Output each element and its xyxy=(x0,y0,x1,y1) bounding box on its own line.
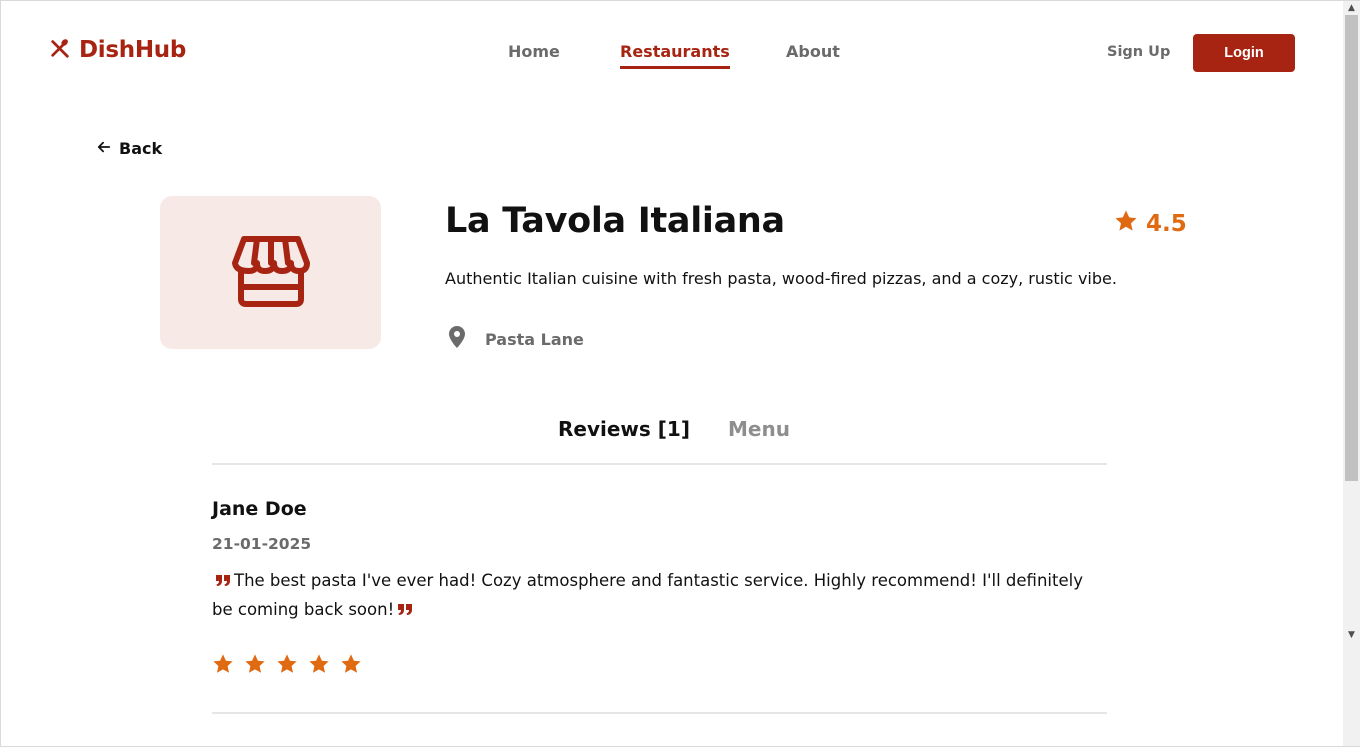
star-icon xyxy=(212,653,234,679)
location-label: Pasta Lane xyxy=(485,329,584,349)
site-header: DishHub Home Restaurants About Sign Up L… xyxy=(1,1,1343,101)
review-divider xyxy=(212,712,1107,714)
nav-home[interactable]: Home xyxy=(508,42,560,61)
review-text: The best pasta I've ever had! Cozy atmos… xyxy=(212,571,1083,619)
signup-link[interactable]: Sign Up xyxy=(1107,44,1170,60)
restaurant-image xyxy=(160,196,381,349)
logo-text: DishHub xyxy=(79,37,187,63)
login-button[interactable]: Login xyxy=(1193,34,1295,72)
restaurant-location: Pasta Lane xyxy=(447,325,584,353)
arrow-left-icon xyxy=(97,139,111,158)
star-icon xyxy=(244,653,266,679)
utensils-icon xyxy=(49,37,71,63)
storefront-icon xyxy=(230,233,312,313)
restaurant-description: Authentic Italian cuisine with fresh pas… xyxy=(445,269,1117,288)
map-pin-icon xyxy=(447,325,467,353)
quote-close-icon xyxy=(398,597,413,625)
logo[interactable]: DishHub xyxy=(49,37,186,63)
restaurant-rating: 4.5 xyxy=(1114,209,1187,239)
back-button[interactable]: Back xyxy=(97,139,162,158)
scroll-down-icon[interactable]: ▼ xyxy=(1343,628,1360,642)
back-label: Back xyxy=(119,139,163,158)
star-icon xyxy=(1114,209,1138,239)
review-date: 21-01-2025 xyxy=(212,535,312,553)
scroll-up-icon[interactable]: ▲ xyxy=(1343,1,1360,15)
scroll-thumb[interactable] xyxy=(1345,15,1358,481)
restaurant-name: La Tavola Italiana xyxy=(445,201,785,241)
quote-open-icon xyxy=(216,568,230,596)
star-icon xyxy=(276,653,298,679)
nav-restaurants[interactable]: Restaurants xyxy=(620,42,730,69)
review-item: Jane Doe 21-01-2025 The best pasta I've … xyxy=(212,498,1107,679)
tab-reviews[interactable]: Reviews [1] xyxy=(558,417,690,441)
rating-value: 4.5 xyxy=(1146,211,1187,237)
tab-bar: Reviews [1] Menu xyxy=(212,413,1107,465)
tab-menu[interactable]: Menu xyxy=(728,417,790,441)
nav-about[interactable]: About xyxy=(786,42,840,61)
review-stars xyxy=(212,653,1107,679)
scrollbar[interactable]: ▲ ▼ xyxy=(1343,1,1360,746)
reviewer-name: Jane Doe xyxy=(212,498,307,520)
star-icon xyxy=(308,653,330,679)
review-body: The best pasta I've ever had! Cozy atmos… xyxy=(212,567,1102,625)
star-icon xyxy=(340,653,362,679)
